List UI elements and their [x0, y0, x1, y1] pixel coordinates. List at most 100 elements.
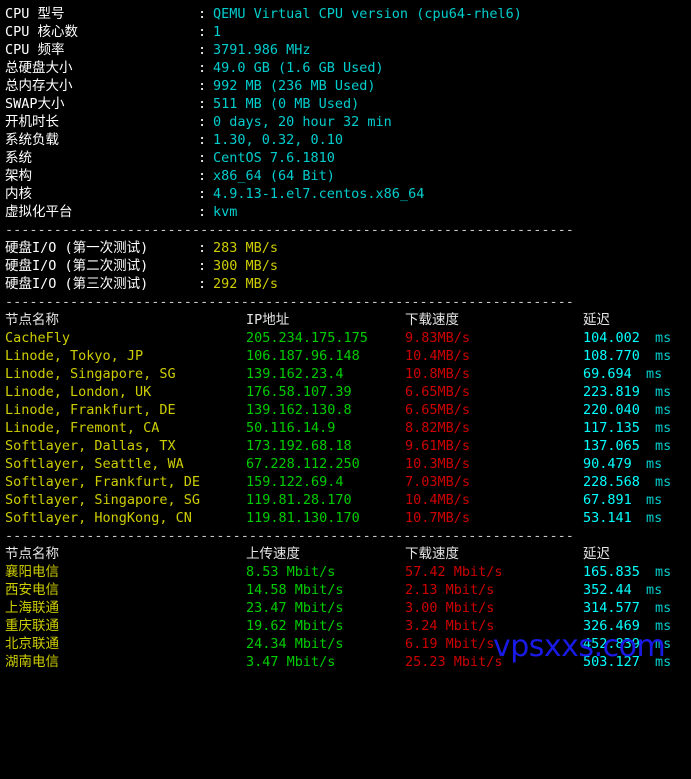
- system-info-section: CPU 型号 : QEMU Virtual CPU version (cpu64…: [5, 5, 691, 221]
- ip-address: 205.234.175.175: [246, 330, 368, 346]
- latency-unit: ms: [655, 348, 672, 364]
- sysinfo-label: 系统: [5, 150, 32, 166]
- node-name: Softlayer, Dallas, TX: [5, 438, 176, 454]
- upload-speed: 3.47 Mbit/s: [246, 654, 336, 670]
- node-name: CacheFly: [5, 330, 71, 346]
- latency-value: 228.568: [583, 474, 640, 490]
- upload-speed: 8.53 Mbit/s: [246, 564, 336, 580]
- sysinfo-label: CPU 核心数: [5, 24, 79, 40]
- ip-address: 106.187.96.148: [246, 348, 360, 364]
- diskio-row: 硬盘I/O (第二次测试) : 300 MB/s: [5, 257, 691, 275]
- latency-unit: ms: [655, 564, 672, 580]
- sysinfo-colon: :: [198, 186, 207, 202]
- table-row: Softlayer, HongKong, CN 119.81.130.170 1…: [5, 509, 691, 527]
- latency-unit: ms: [655, 420, 672, 436]
- sysinfo-label: SWAP大小: [5, 96, 65, 112]
- sysinfo-label: 内核: [5, 186, 32, 202]
- sysinfo-value: 511 MB (0 MB Used): [213, 96, 360, 112]
- header-ip-address: IP地址: [246, 312, 290, 328]
- table-row: CacheFly 205.234.175.175 9.83MB/s 104.00…: [5, 329, 691, 347]
- latency-value: 326.469: [583, 618, 640, 634]
- cn-speedtest-section: 节点名称 上传速度 下载速度 延迟 襄阳电信 8.53 Mbit/s 57.42…: [5, 545, 691, 671]
- sysinfo-row: 系统 : CentOS 7.6.1810: [5, 149, 691, 167]
- node-name: 湖南电信: [5, 654, 59, 670]
- sysinfo-row: SWAP大小 : 511 MB (0 MB Used): [5, 95, 691, 113]
- latency-value: 104.002: [583, 330, 640, 346]
- upload-speed: 23.47 Mbit/s: [246, 600, 344, 616]
- node-name: Linode, London, UK: [5, 384, 152, 400]
- terminal-window: CPU 型号 : QEMU Virtual CPU version (cpu64…: [0, 0, 691, 672]
- sysinfo-row: 开机时长 : 0 days, 20 hour 32 min: [5, 113, 691, 131]
- diskio-row: 硬盘I/O (第三次测试) : 292 MB/s: [5, 275, 691, 293]
- upload-speed: 14.58 Mbit/s: [246, 582, 344, 598]
- latency-unit: ms: [655, 402, 672, 418]
- latency-value: 117.135: [583, 420, 640, 436]
- table-row: 上海联通 23.47 Mbit/s 3.00 Mbit/s 314.577 ms: [5, 599, 691, 617]
- sysinfo-value: QEMU Virtual CPU version (cpu64-rhel6): [213, 6, 522, 22]
- download-speed: 57.42 Mbit/s: [405, 564, 503, 580]
- latency-value: 314.577: [583, 600, 640, 616]
- sysinfo-colon: :: [198, 96, 207, 112]
- sysinfo-value: 3791.986 MHz: [213, 42, 311, 58]
- sysinfo-row: 内核 : 4.9.13-1.el7.centos.x86_64: [5, 185, 691, 203]
- diskio-row: 硬盘I/O (第一次测试) : 283 MB/s: [5, 239, 691, 257]
- diskio-value: 283 MB/s: [213, 240, 279, 256]
- latency-value: 165.835: [583, 564, 640, 580]
- ip-address: 50.116.14.9: [246, 420, 336, 436]
- latency-value: 503.127: [583, 654, 640, 670]
- ip-address: 176.58.107.39: [246, 384, 352, 400]
- diskio-value: 300 MB/s: [213, 258, 279, 274]
- diskio-label: 硬盘I/O (第一次测试): [5, 240, 149, 256]
- ip-address: 139.162.130.8: [246, 402, 352, 418]
- download-speed: 25.23 Mbit/s: [405, 654, 503, 670]
- table-row: Linode, Fremont, CA 50.116.14.9 8.82MB/s…: [5, 419, 691, 437]
- sysinfo-colon: :: [198, 42, 207, 58]
- sysinfo-value: 0 days, 20 hour 32 min: [213, 114, 392, 130]
- latency-value: 53.141: [583, 510, 632, 526]
- sysinfo-row: 架构 : x86_64 (64 Bit): [5, 167, 691, 185]
- latency-value: 67.891: [583, 492, 632, 508]
- table-row: 重庆联通 19.62 Mbit/s 3.24 Mbit/s 326.469 ms: [5, 617, 691, 635]
- sysinfo-label: 虚拟化平台: [5, 204, 73, 220]
- sysinfo-colon: :: [198, 204, 207, 220]
- ip-address: 119.81.28.170: [246, 492, 352, 508]
- diskio-label: 硬盘I/O (第二次测试): [5, 258, 149, 274]
- ip-address: 139.162.23.4: [246, 366, 344, 382]
- download-speed: 10.7MB/s: [405, 510, 471, 526]
- latency-unit: ms: [646, 510, 663, 526]
- download-speed: 9.83MB/s: [405, 330, 471, 346]
- download-speed: 10.8MB/s: [405, 366, 471, 382]
- table-row: Linode, Frankfurt, DE 139.162.130.8 6.65…: [5, 401, 691, 419]
- download-speed: 10.4MB/s: [405, 492, 471, 508]
- header-latency: 延迟: [583, 312, 610, 328]
- sysinfo-colon: :: [198, 150, 207, 166]
- upload-speed: 24.34 Mbit/s: [246, 636, 344, 652]
- latency-unit: ms: [655, 636, 672, 652]
- sysinfo-row: 总硬盘大小 : 49.0 GB (1.6 GB Used): [5, 59, 691, 77]
- latency-unit: ms: [646, 366, 663, 382]
- latency-value: 108.770: [583, 348, 640, 364]
- sysinfo-value: x86_64 (64 Bit): [213, 168, 335, 184]
- table-row: Softlayer, Seattle, WA 67.228.112.250 10…: [5, 455, 691, 473]
- table-row: Softlayer, Frankfurt, DE 159.122.69.4 7.…: [5, 473, 691, 491]
- sysinfo-row: CPU 核心数 : 1: [5, 23, 691, 41]
- diskio-colon: :: [198, 276, 207, 292]
- download-speed: 3.24 Mbit/s: [405, 618, 495, 634]
- node-name: Softlayer, Singapore, SG: [5, 492, 201, 508]
- sysinfo-row: 虚拟化平台 : kvm: [5, 203, 691, 221]
- intl-speedtest-header: 节点名称 IP地址 下载速度 延迟: [5, 311, 691, 329]
- header-node-name: 节点名称: [5, 312, 59, 328]
- section-separator: ----------------------------------------…: [5, 222, 574, 238]
- ip-address: 119.81.130.170: [246, 510, 360, 526]
- node-name: Softlayer, Seattle, WA: [5, 456, 184, 472]
- latency-unit: ms: [655, 438, 672, 454]
- node-name: Linode, Frankfurt, DE: [5, 402, 176, 418]
- upload-speed: 19.62 Mbit/s: [246, 618, 344, 634]
- sysinfo-value: 1: [213, 24, 222, 40]
- sysinfo-row: CPU 型号 : QEMU Virtual CPU version (cpu64…: [5, 5, 691, 23]
- latency-unit: ms: [655, 384, 672, 400]
- diskio-colon: :: [198, 258, 207, 274]
- download-speed: 6.65MB/s: [405, 402, 471, 418]
- sysinfo-label: 总内存大小: [5, 78, 73, 94]
- latency-unit: ms: [655, 330, 672, 346]
